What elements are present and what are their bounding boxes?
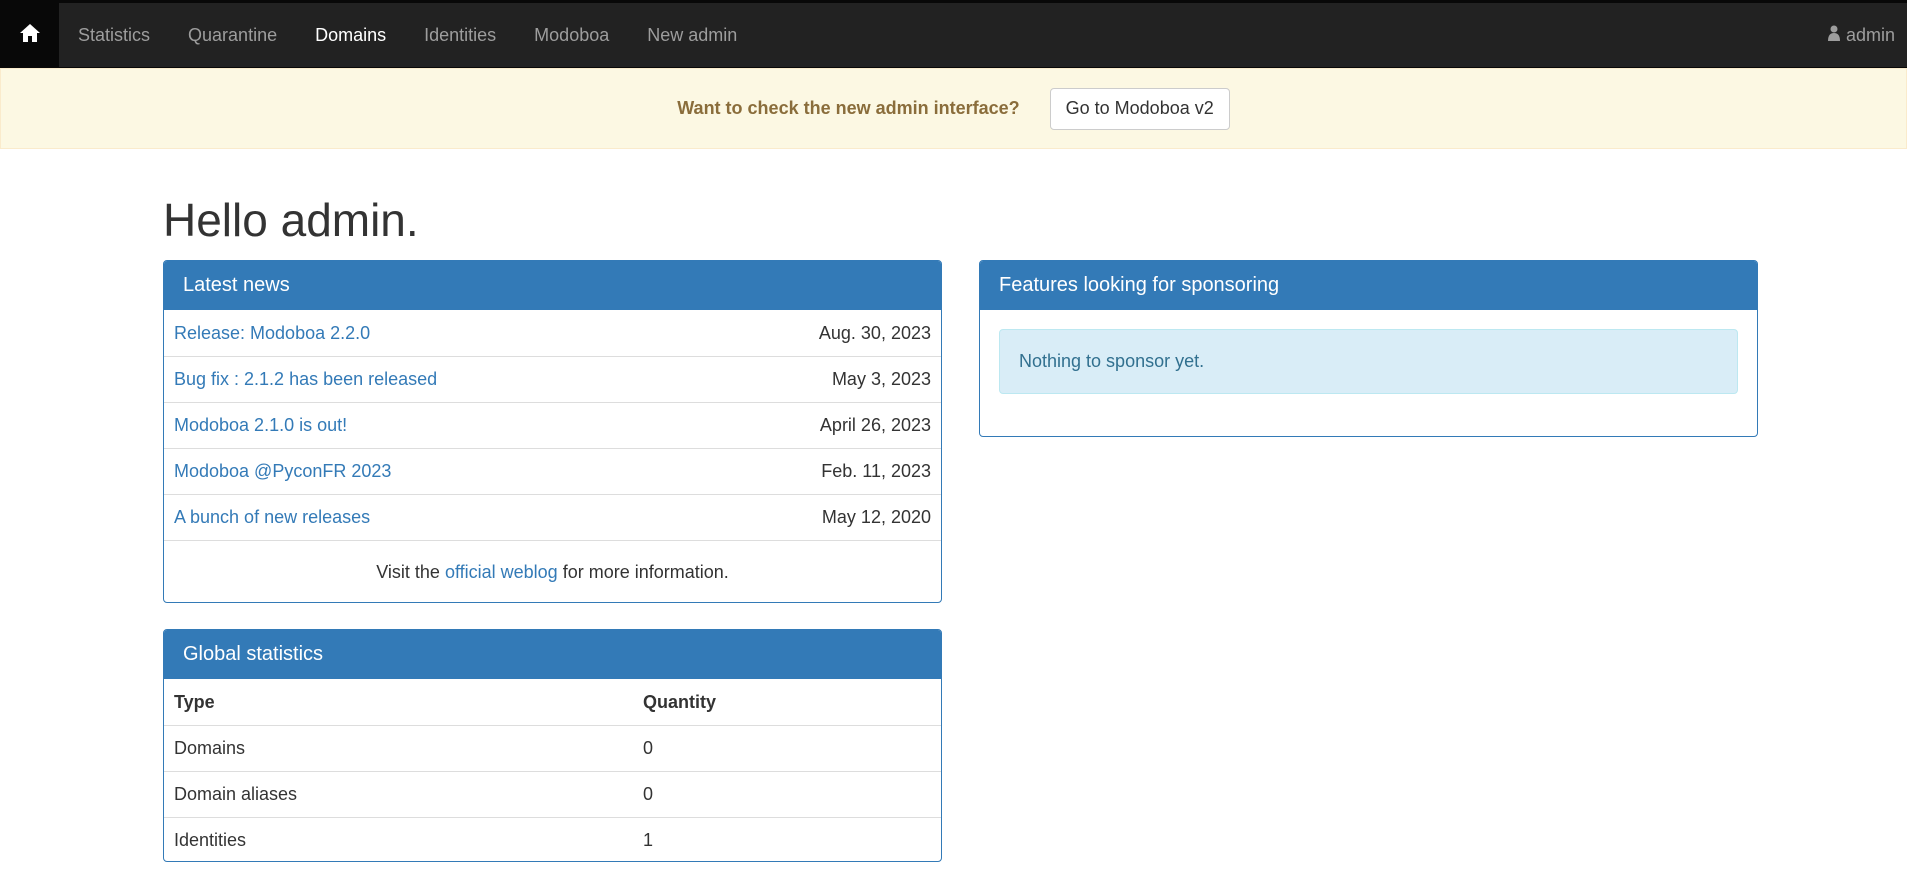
stat-type: Identities — [174, 830, 247, 850]
news-link[interactable]: Bug fix : 2.1.2 has been released — [174, 369, 832, 390]
news-link[interactable]: A bunch of new releases — [174, 507, 822, 528]
top-navbar: Statistics Quarantine Domains Identities… — [0, 0, 1907, 68]
statistics-table: Type Quantity Domains 0 Domain aliases 0… — [164, 679, 941, 861]
page-title: Hello admin. — [163, 194, 419, 246]
footer-prefix: Visit the — [376, 561, 440, 582]
official-weblog-link[interactable]: official weblog — [445, 562, 558, 583]
news-link[interactable]: Modoboa 2.1.0 is out! — [174, 415, 820, 436]
latest-news-heading: Latest news — [164, 261, 941, 310]
news-date: May 12, 2020 — [821, 507, 931, 527]
stat-type: Domains — [174, 738, 246, 758]
sponsoring-empty-alert: Nothing to sponsor yet. — [999, 329, 1738, 394]
news-date: Aug. 30, 2023 — [818, 322, 931, 343]
nav-item-statistics[interactable]: Statistics — [59, 3, 169, 67]
news-item: Modoboa 2.1.0 is out! April 26, 2023 — [164, 402, 941, 448]
news-link[interactable]: Release: Modoboa 2.2.0 — [174, 323, 819, 344]
global-statistics-heading: Global statistics — [164, 630, 941, 679]
nav-item-modoboa[interactable]: Modoboa — [515, 3, 628, 67]
go-to-v2-button[interactable]: Go to Modoboa v2 — [1049, 87, 1230, 130]
home-icon — [19, 23, 41, 48]
user-menu[interactable]: admin — [1827, 3, 1895, 67]
nav-item-identities[interactable]: Identities — [405, 3, 515, 67]
nav-item-domains[interactable]: Domains — [296, 3, 405, 67]
news-item: Bug fix : 2.1.2 has been released May 3,… — [164, 356, 941, 402]
table-row: Domains 0 — [164, 725, 941, 771]
news-item: Release: Modoboa 2.2.0 Aug. 30, 2023 — [164, 310, 941, 356]
main-nav: Statistics Quarantine Domains Identities… — [59, 3, 756, 67]
news-footer: Visit the official weblog for more infor… — [164, 540, 941, 602]
column-header-quantity: Quantity — [643, 691, 717, 712]
user-name: admin — [1845, 25, 1895, 45]
nav-item-quarantine[interactable]: Quarantine — [169, 3, 296, 67]
table-header-row: Type Quantity — [164, 679, 941, 725]
table-row: Domain aliases 0 — [164, 771, 941, 817]
banner-text: Want to check the new admin interface? — [677, 98, 1020, 118]
sponsoring-panel: Features looking for sponsoring Nothing … — [979, 260, 1758, 437]
column-header-type: Type — [174, 691, 215, 712]
sponsoring-heading: Features looking for sponsoring — [980, 261, 1757, 310]
news-date: May 3, 2023 — [831, 369, 931, 389]
stat-quantity: 1 — [643, 830, 654, 850]
news-link[interactable]: Modoboa @PyconFR 2023 — [174, 461, 821, 482]
news-date: April 26, 2023 — [819, 415, 931, 435]
news-list: Release: Modoboa 2.2.0 Aug. 30, 2023 Bug… — [164, 310, 941, 540]
table-row: Identities 1 — [164, 817, 941, 861]
home-button[interactable] — [0, 3, 59, 67]
news-item: A bunch of new releases May 12, 2020 — [164, 494, 941, 540]
new-admin-banner: Want to check the new admin interface? G… — [0, 68, 1907, 149]
news-date: Feb. 11, 2023 — [821, 461, 931, 481]
global-statistics-panel: Global statistics Type Quantity Domains … — [163, 629, 942, 862]
footer-suffix: for more information. — [562, 561, 729, 582]
user-icon — [1827, 3, 1840, 67]
stat-quantity: 0 — [643, 784, 654, 804]
news-item: Modoboa @PyconFR 2023 Feb. 11, 2023 — [164, 448, 941, 494]
nav-item-new-admin[interactable]: New admin — [628, 3, 756, 67]
stat-type: Domain aliases — [174, 784, 298, 804]
stat-quantity: 0 — [643, 738, 654, 758]
latest-news-panel: Latest news Release: Modoboa 2.2.0 Aug. … — [163, 260, 942, 603]
